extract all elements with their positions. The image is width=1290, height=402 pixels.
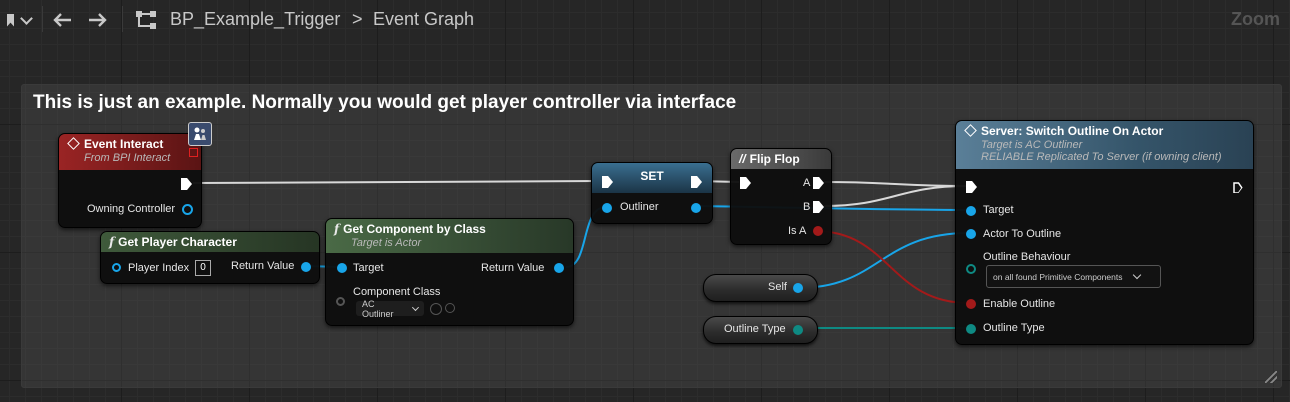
node-header: Event Interact From BPI Interact (59, 134, 201, 170)
enable-outline-label: Enable Outline (983, 298, 1056, 310)
node-title: Event Interact (84, 137, 164, 151)
component-class-dropdown[interactable]: AC Outliner (356, 298, 424, 319)
player-index-label: Player Index (128, 262, 190, 274)
node-title: SET (640, 169, 664, 183)
use-selected-icon[interactable] (430, 303, 442, 315)
get-player-character-node[interactable]: f Get Player Character Player Index 0 Ret… (100, 231, 320, 284)
flip-flop-node[interactable]: //Flip Flop A B Is A (730, 148, 832, 245)
exec-wire[interactable] (823, 181, 967, 187)
is-a-pin[interactable] (813, 226, 823, 236)
outliner-label: Outliner (620, 201, 659, 213)
exec-out-pin[interactable] (1233, 181, 1243, 193)
self-node[interactable]: Self (703, 274, 818, 302)
node-subtitle: Target is AC Outliner (981, 139, 1083, 151)
node-header: //Flip Flop (731, 149, 831, 169)
interface-icon (188, 122, 212, 146)
set-node[interactable]: SET Outliner (591, 162, 713, 224)
node-subtitle: From BPI Interact (84, 152, 171, 164)
node-title: Flip Flop (749, 152, 800, 166)
owning-controller-pin[interactable] (182, 204, 193, 215)
is-a-label: Is A (788, 225, 807, 237)
function-icon: f (109, 235, 115, 249)
get-component-by-class-node[interactable]: f Get Component by Class Target is Actor … (325, 218, 574, 326)
outliner-out-pin[interactable] (691, 203, 701, 213)
event-icon (67, 137, 80, 150)
outliner-in-pin[interactable] (602, 203, 612, 213)
actor-to-outline-pin[interactable] (966, 229, 976, 239)
chevron-down-icon (1133, 270, 1142, 280)
node-header: Server: Switch Outline On Actor Target i… (956, 121, 1253, 169)
flip-flop-icon: // (739, 152, 746, 166)
node-header: f Get Player Character (101, 232, 319, 252)
a-label: A (803, 177, 811, 189)
target-pin[interactable] (966, 206, 976, 216)
outline-type-variable-node[interactable]: Outline Type (703, 316, 818, 344)
exec-out-pin[interactable] (181, 178, 192, 190)
actor-to-outline-label: Actor To Outline (983, 228, 1062, 240)
node-header: f Get Component by Class Target is Actor (326, 219, 573, 253)
chevron-down-icon (412, 303, 420, 311)
node-title: Get Player Character (118, 235, 237, 249)
bool-wire[interactable] (814, 230, 970, 304)
outline-type-label: Outline Type (724, 323, 786, 335)
a-exec-out-pin[interactable] (813, 177, 824, 189)
exec-in-pin[interactable] (966, 181, 977, 193)
b-exec-out-pin[interactable] (813, 201, 824, 213)
node-subtitle-replication: RELIABLE Replicated To Server (if owning… (981, 151, 1222, 163)
browse-icon[interactable] (445, 303, 455, 313)
player-index-input[interactable]: 0 (195, 260, 211, 276)
delegate-pin[interactable] (189, 148, 198, 157)
exec-in-pin[interactable] (740, 177, 751, 189)
outline-behaviour-label: Outline Behaviour (983, 251, 1071, 263)
outline-behaviour-value: on all found Primitive Components (993, 271, 1123, 282)
target-pin[interactable] (337, 263, 347, 273)
enable-outline-pin[interactable] (966, 299, 976, 309)
server-switch-outline-node[interactable]: Server: Switch Outline On Actor Target i… (955, 120, 1254, 345)
owning-controller-label: Owning Controller (87, 203, 176, 215)
exec-wire[interactable] (823, 185, 967, 207)
player-index-pin[interactable] (112, 263, 121, 272)
node-subtitle: Target is Actor (351, 237, 422, 249)
outline-type-out-pin[interactable] (793, 325, 803, 335)
node-title: Server: Switch Outline On Actor (981, 124, 1164, 138)
return-value-label: Return Value (231, 260, 295, 272)
node-title: Get Component by Class (343, 222, 486, 236)
outline-behaviour-dropdown[interactable]: on all found Primitive Components (986, 265, 1161, 288)
component-class-label: Component Class (353, 286, 441, 298)
event-icon (964, 124, 977, 137)
outline-type-in-pin[interactable] (966, 324, 976, 334)
self-label: Self (768, 281, 787, 293)
target-label: Target (983, 204, 1014, 216)
function-icon: f (334, 222, 340, 236)
exec-wire[interactable] (192, 180, 600, 184)
target-label: Target (353, 262, 384, 274)
component-class-value: AC Outliner (362, 298, 394, 319)
return-value-label: Return Value (481, 262, 545, 274)
component-class-pin[interactable] (336, 297, 345, 306)
return-value-pin[interactable] (554, 263, 564, 273)
event-interact-node[interactable]: Event Interact From BPI Interact Owning … (58, 133, 202, 228)
return-value-pin[interactable] (301, 262, 311, 272)
outline-behaviour-pin[interactable] (966, 264, 976, 274)
b-label: B (803, 201, 811, 213)
self-pin[interactable] (793, 283, 803, 293)
outline-type-label: Outline Type (983, 322, 1045, 334)
